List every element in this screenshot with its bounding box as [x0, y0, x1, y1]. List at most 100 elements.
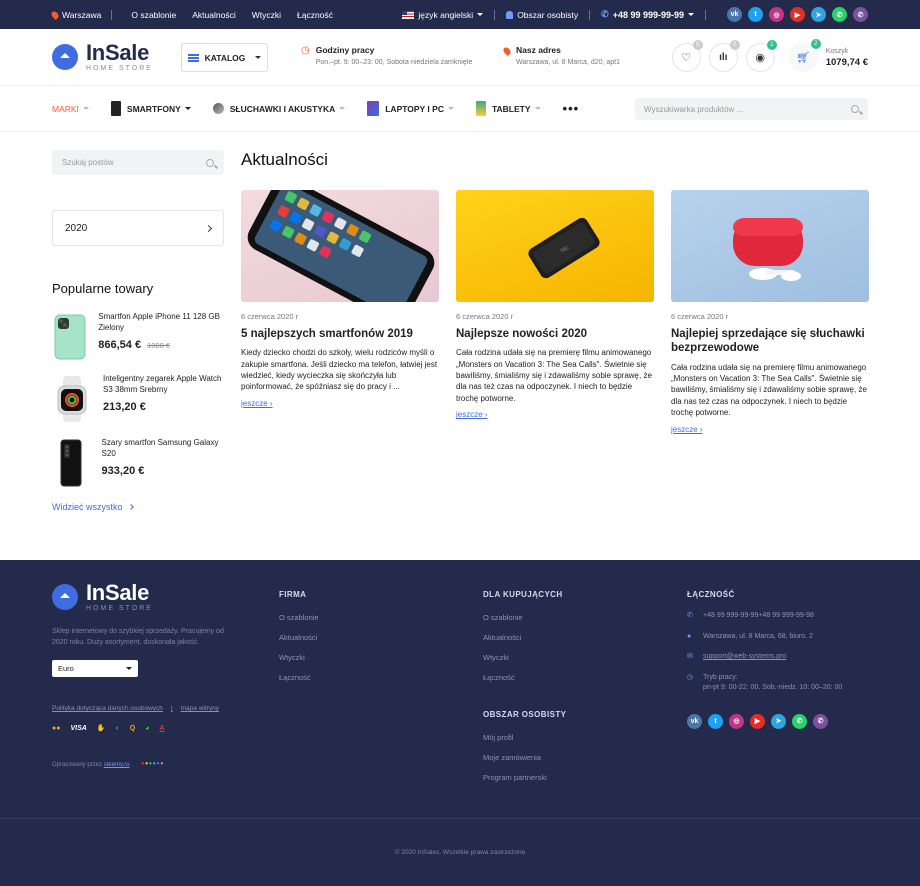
phone-icon: ✆	[601, 9, 609, 19]
nav-item-brands[interactable]: MARKI	[52, 104, 89, 114]
read-more-link[interactable]: jeszcze ›	[456, 410, 488, 419]
sitemap-link[interactable]: mapa witryny	[181, 705, 219, 712]
youtube-icon[interactable]: ▶	[790, 7, 805, 22]
footer-logo[interactable]: InSale HOME STORE	[52, 582, 230, 612]
news-card: htc 6 czerwca 2020 r Najlepsze nowości 2…	[456, 190, 654, 435]
footer-link[interactable]: Aktualności	[279, 633, 319, 642]
nav-more-button[interactable]: •••	[563, 101, 580, 116]
language-selector[interactable]: język angielski	[402, 10, 484, 20]
footer-link[interactable]: Moje zamówienia	[483, 753, 566, 762]
news-image-headphones[interactable]	[671, 190, 869, 302]
product-search-input[interactable]: Wyszukiwarka produktów ...	[635, 98, 868, 120]
nav-label: LAPTOPY I PC	[385, 103, 444, 114]
youtube-icon[interactable]: ▶	[750, 713, 765, 729]
footer-link[interactable]: Łączność	[483, 673, 566, 682]
account-link[interactable]: Obszar osobisty	[506, 10, 578, 20]
instagram-icon[interactable]: ◎	[769, 7, 784, 22]
nav-label: SŁUCHAWKI I AKUSTYKA	[229, 103, 336, 114]
post-excerpt: Cała rodzina udała się na premierę filmu…	[456, 348, 652, 403]
product-item[interactable]: Smartfon Apple iPhone 11 128 GB Zielony 8…	[52, 312, 224, 364]
developer-link[interactable]: steemy.ru	[104, 762, 130, 768]
cart-button[interactable]: 🛒︎ 2 Koszyk 1079,74 €	[788, 39, 868, 72]
footer-link[interactable]: Aktualności	[483, 633, 566, 642]
post-title[interactable]: Najlepsze nowości 2020	[456, 327, 654, 341]
viber-icon[interactable]: ✆	[813, 713, 828, 729]
nav-label: SMARTFONY	[126, 103, 181, 114]
see-all-link[interactable]: Widzieć wszystko	[52, 502, 224, 512]
nav-item-smartphones[interactable]: SMARTFONY	[110, 101, 191, 116]
tablet-thumb-icon	[475, 101, 486, 116]
news-image-novelties[interactable]: htc	[456, 190, 654, 302]
logo-name: InSale	[86, 40, 150, 65]
account-label: Obszar osobisty	[517, 9, 579, 20]
phone-selector[interactable]: ✆ +48 99 999-99-99	[601, 9, 694, 20]
logo-name: InSale	[86, 580, 150, 605]
viewed-button[interactable]: ◉ 1	[745, 40, 777, 72]
footer-link[interactable]: Program partnerski	[483, 773, 566, 782]
twitter-icon[interactable]: t	[748, 7, 763, 22]
footer-link[interactable]: Wtyczki	[483, 653, 566, 662]
product-item[interactable]: Szary smartfon Samsung Galaxy S20 933,20 …	[52, 438, 224, 490]
post-title[interactable]: Najlepiej sprzedające się słuchawki bezp…	[671, 327, 869, 356]
footer-link[interactable]: O szablonie	[483, 613, 566, 622]
city-selector[interactable]: Warszawa	[50, 10, 101, 20]
chevron-down-icon	[447, 107, 454, 110]
read-more-label: jeszcze	[241, 398, 268, 408]
top-link-news[interactable]: Aktualności	[184, 10, 243, 20]
webmoney-icon: ◐	[115, 724, 120, 732]
product-name[interactable]: Inteligentny zegarek Apple Watch S3 38mm…	[103, 374, 224, 396]
compare-button[interactable]: ılı 0	[708, 40, 740, 72]
read-more-link[interactable]: jeszcze ›	[241, 399, 273, 408]
wishlist-button[interactable]: ♡ 0	[671, 40, 703, 72]
whatsapp-icon[interactable]: ✆	[792, 713, 807, 729]
twitter-icon[interactable]: t	[708, 713, 723, 729]
footer-heading-account: OBSZAR OSOBISTY	[483, 710, 567, 719]
payment-methods: ●● VISA ✋ ◐ Q ◕ A	[52, 724, 230, 733]
laptop-thumb-icon	[367, 101, 380, 116]
footer-email[interactable]: support@web-systems.pro	[703, 652, 786, 663]
alfabank-icon: A	[159, 724, 165, 732]
chevron-down-icon	[339, 107, 346, 110]
post-search-input[interactable]: Szukaj postów	[52, 150, 224, 175]
telegram-icon[interactable]: ➤	[771, 713, 786, 729]
viber-icon[interactable]: ✆	[853, 7, 868, 22]
footer-link[interactable]: O szablonie	[279, 613, 319, 622]
nav-label: MARKI	[52, 103, 79, 114]
nav-item-laptops[interactable]: LAPTOPY I PC	[367, 101, 454, 116]
logo[interactable]: InSale HOME STORE	[52, 42, 153, 72]
product-old-price: 1000 €	[147, 340, 171, 350]
read-more-link[interactable]: jeszcze ›	[671, 425, 703, 434]
top-link-about[interactable]: O szablonie	[123, 10, 184, 20]
top-bar: Warszawa O szablonie Aktualności Wtyczki…	[0, 0, 920, 29]
product-item[interactable]: Inteligentny zegarek Apple Watch S3 38mm…	[52, 374, 224, 426]
footer: InSale HOME STORE Sklep internetowy do sz…	[0, 560, 920, 886]
vk-icon[interactable]: vk	[727, 7, 742, 22]
nav-item-headphones[interactable]: SŁUCHAWKI I AKUSTYKA	[212, 103, 346, 114]
footer-link[interactable]: Łączność	[279, 673, 319, 682]
whatsapp-icon[interactable]: ✆	[832, 7, 847, 22]
footer-link[interactable]: Wtyczki	[279, 653, 319, 662]
year-filter-2020[interactable]: 2020	[52, 210, 224, 246]
post-title[interactable]: 5 najlepszych smartfonów 2019	[241, 327, 439, 341]
instagram-icon[interactable]: ◎	[729, 713, 744, 729]
nav-item-tablets[interactable]: TABLETY	[475, 101, 541, 116]
divider: |	[170, 705, 173, 713]
product-name[interactable]: Szary smartfon Samsung Galaxy S20	[102, 438, 224, 460]
read-more-label: jeszcze	[456, 410, 483, 420]
news-image-smartphones[interactable]	[241, 190, 439, 302]
currency-select[interactable]: Euro	[52, 660, 138, 678]
top-link-plugins[interactable]: Wtyczki	[244, 10, 289, 20]
sberbank-icon: ◕	[145, 724, 150, 732]
top-link-contact[interactable]: Łączność	[289, 10, 341, 20]
cart-label: Koszyk	[825, 47, 849, 55]
catalog-button[interactable]: KATALOG	[181, 43, 268, 72]
product-name[interactable]: Smartfon Apple iPhone 11 128 GB Zielony	[98, 312, 224, 334]
footer-link[interactable]: Mój profil	[483, 733, 566, 742]
vk-icon[interactable]: vk	[687, 713, 702, 729]
privacy-policy-link[interactable]: Polityka dotycząca danych osobowych	[52, 705, 163, 712]
footer-address: Warszawa, ul. 8 Marca, 68, biuro. 2	[703, 632, 813, 640]
search-icon[interactable]	[206, 158, 214, 167]
search-icon[interactable]	[851, 105, 859, 113]
footer-phones[interactable]: +48 99 999-99-99+48 99 999-99-98	[703, 611, 814, 622]
telegram-icon[interactable]: ➤	[811, 7, 826, 22]
